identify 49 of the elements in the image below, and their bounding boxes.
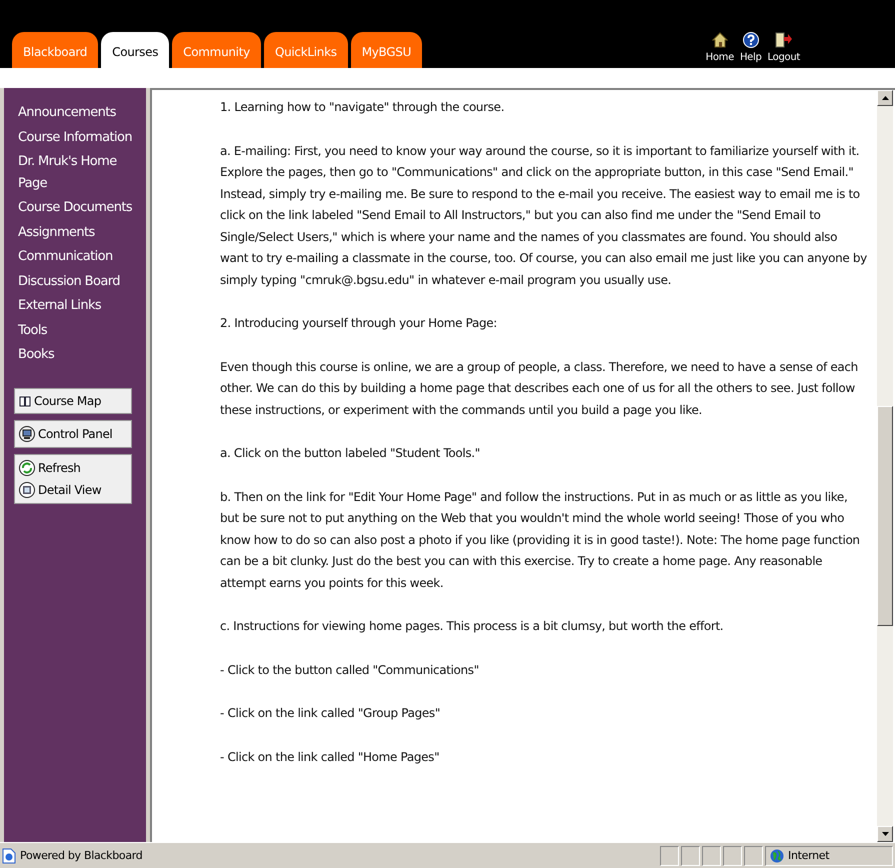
up-arrow-icon	[882, 96, 888, 100]
sidebar-link[interactable]: Announcements	[18, 102, 136, 124]
computer-icon	[19, 426, 35, 442]
paragraph: 2. Introducing yourself through your Home Page:	[220, 315, 498, 332]
sidebar-button-link[interactable]: Control Panel	[38, 426, 112, 440]
top-link[interactable]: Help	[740, 52, 762, 63]
home-icon	[712, 32, 728, 48]
status-panel	[660, 846, 679, 866]
refresh-icon	[19, 460, 35, 476]
sidebar-link[interactable]: Tools	[18, 320, 136, 341]
scroll-thumb[interactable]	[877, 406, 893, 626]
zone-label: Internet	[788, 849, 830, 862]
sidebar-button-link[interactable]: Refresh	[38, 460, 81, 474]
paragraph: - Click to the button called "Communications"	[220, 662, 480, 678]
top-link[interactable]: Home	[706, 52, 734, 63]
sidebar-link[interactable]: Course Information	[18, 126, 136, 148]
detail-view-icon	[19, 482, 35, 498]
globe-icon	[770, 848, 784, 862]
sidebar-link[interactable]: Discussion Board	[18, 270, 136, 292]
paragraph: c. Instructions for viewing home pages. This process is a bit clumsy, but worth the effort.	[220, 618, 724, 635]
top-link[interactable]: Logout	[768, 52, 800, 63]
sidebar-link[interactable]: External Links	[18, 295, 136, 316]
status-panel	[681, 846, 700, 866]
sidebar-button-link[interactable]: Course Map	[34, 394, 102, 408]
down-arrow-icon	[882, 832, 888, 836]
book-icon	[19, 394, 31, 406]
sidebar-link[interactable]: Communication	[18, 246, 136, 268]
paragraph: Even though this course is online, we are a group of people, a class. Therefore, we need to have a sense of each other. We can do this by building a home page that describes each one of us for all the others to see. Just follow these instructions, or experiment with the commands until you build a page you like.	[220, 358, 859, 418]
status-text: Powered by Blackboard	[20, 849, 142, 862]
nav-tab[interactable]: Courses	[101, 32, 170, 68]
door-icon	[774, 32, 793, 48]
status-panel	[723, 846, 742, 866]
paragraph: 1. Learning how to "navigate" through the course.	[220, 99, 506, 116]
paragraph: b. Then on the link for "Edit Your Home Page" and follow the instructions. Put in as much or as little as you like, but be sure not to put anything on the Web that you wouldn't mind the whole world seeing! Those of you who know how to do so can also post a photo if you like (providing it is in good taste!). Note: The home page function can be a bit clunky. Just do the best you can with this exercise. Try to create a home page. Any reasonable attempt earns you points for this week.	[220, 488, 861, 592]
scrollbar[interactable]	[877, 90, 893, 842]
help-icon	[742, 32, 759, 48]
sidebar-link[interactable]: Assignments	[18, 222, 136, 243]
paragraph: a. Click on the button labeled "Student Tools."	[220, 445, 481, 462]
scroll-up-button[interactable]	[877, 90, 893, 106]
sidebar-button-link[interactable]: Detail View	[38, 482, 102, 496]
sidebar-link[interactable]: Course Documents	[18, 197, 136, 218]
paragraph: - Click on the link called "Group Pages"	[220, 705, 441, 722]
sidebar-link[interactable]: Dr. Mruk's Home Page	[18, 151, 136, 194]
paragraph: - Click on the link called "Home Pages"	[220, 748, 440, 766]
scroll-down-button[interactable]	[877, 826, 893, 842]
paragraph: a. E-mailing: First, you need to know your way around the course, so it is important to familiarize yourself with it. Explore the pages, then go to "Communications" and click on the appropriate button, in this case "Send Email." Instead, simply try e-mailing me. Be sure to respond to the e-mail you receive. The easiest way to email me is to click on the link labeled "Send Email to All Instructors," but you can also find me under the "Send Email to Single/Select Users," which is where your name and the names of you classmates are found. You should also want to try e-mailing a classmate in the course, too. Of course, you can also email me just like you can anyone by simply typing "cmruk@.bgsu.edu" in whatever e-mail program you usually use.	[220, 142, 867, 288]
sidebar-link[interactable]: Books	[18, 344, 136, 366]
status-panel	[702, 846, 721, 866]
status-panel	[744, 846, 763, 866]
